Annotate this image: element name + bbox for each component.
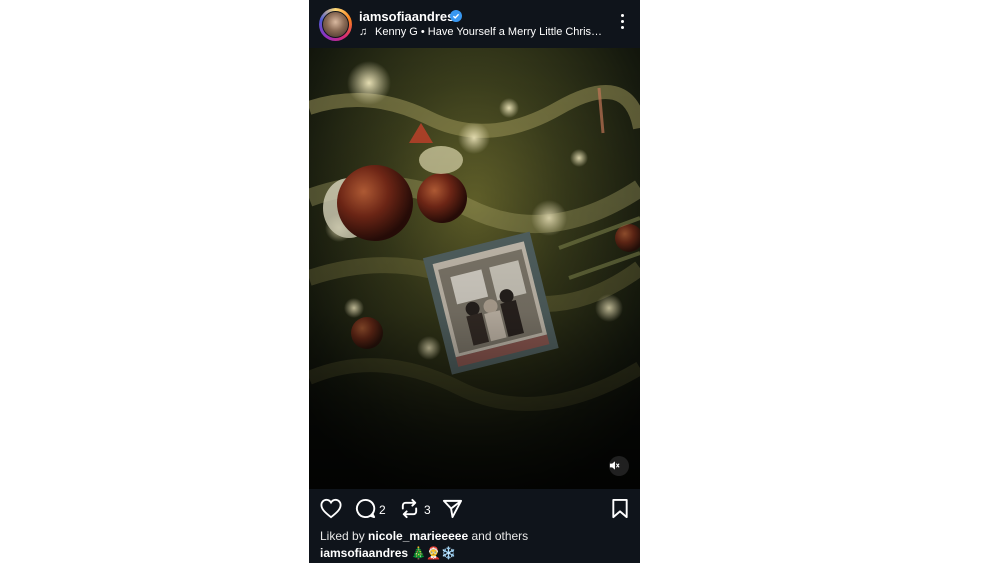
christmas-tree-photo bbox=[309, 48, 640, 489]
post-username[interactable]: iamsofiaandres bbox=[359, 9, 454, 24]
music-title: Have Yourself a Merry Little Christ… bbox=[427, 26, 604, 38]
dot-icon bbox=[620, 14, 624, 17]
dot-icon bbox=[620, 20, 624, 23]
more-options-button[interactable] bbox=[618, 14, 626, 34]
post-card: iamsofiaandres ♫ Kenny G • Have Yourself … bbox=[309, 0, 640, 563]
avatar[interactable] bbox=[322, 11, 349, 38]
music-artist: Kenny G bbox=[375, 26, 418, 38]
save-bookmark-icon[interactable] bbox=[611, 498, 629, 519]
music-note-icon: ♫ bbox=[359, 26, 368, 38]
liked-by-line: Liked by nicole_marieeeee and others bbox=[320, 529, 528, 543]
music-separator: • bbox=[420, 26, 425, 38]
caption-username[interactable]: iamsofiaandres bbox=[320, 546, 408, 560]
story-ring[interactable] bbox=[319, 8, 352, 41]
liked-by-suffix[interactable]: and others bbox=[471, 529, 528, 543]
dot-icon bbox=[620, 26, 624, 29]
mute-toggle-button[interactable] bbox=[609, 456, 629, 476]
liked-by-prefix: Liked by bbox=[320, 529, 365, 543]
caption-text: 🎄🤶❄️ bbox=[411, 546, 457, 560]
speaker-muted-icon bbox=[609, 461, 620, 470]
repost-count: 3 bbox=[424, 503, 431, 517]
post-header: iamsofiaandres ♫ Kenny G • Have Yourself … bbox=[309, 0, 640, 48]
post-media[interactable] bbox=[309, 48, 640, 489]
share-send-icon[interactable] bbox=[442, 498, 463, 519]
music-line[interactable]: ♫ Kenny G • Have Yourself a Merry Little … bbox=[359, 26, 604, 38]
liked-by-user[interactable]: nicole_marieeeee bbox=[368, 529, 468, 543]
verified-badge-icon bbox=[450, 10, 462, 22]
comment-count: 2 bbox=[379, 503, 386, 517]
repost-icon[interactable] bbox=[399, 498, 420, 519]
post-caption: iamsofiaandres 🎄🤶❄️ bbox=[320, 546, 456, 560]
action-bar: 2 3 bbox=[309, 489, 640, 529]
like-heart-icon[interactable] bbox=[320, 498, 342, 519]
comment-icon[interactable] bbox=[355, 498, 376, 519]
